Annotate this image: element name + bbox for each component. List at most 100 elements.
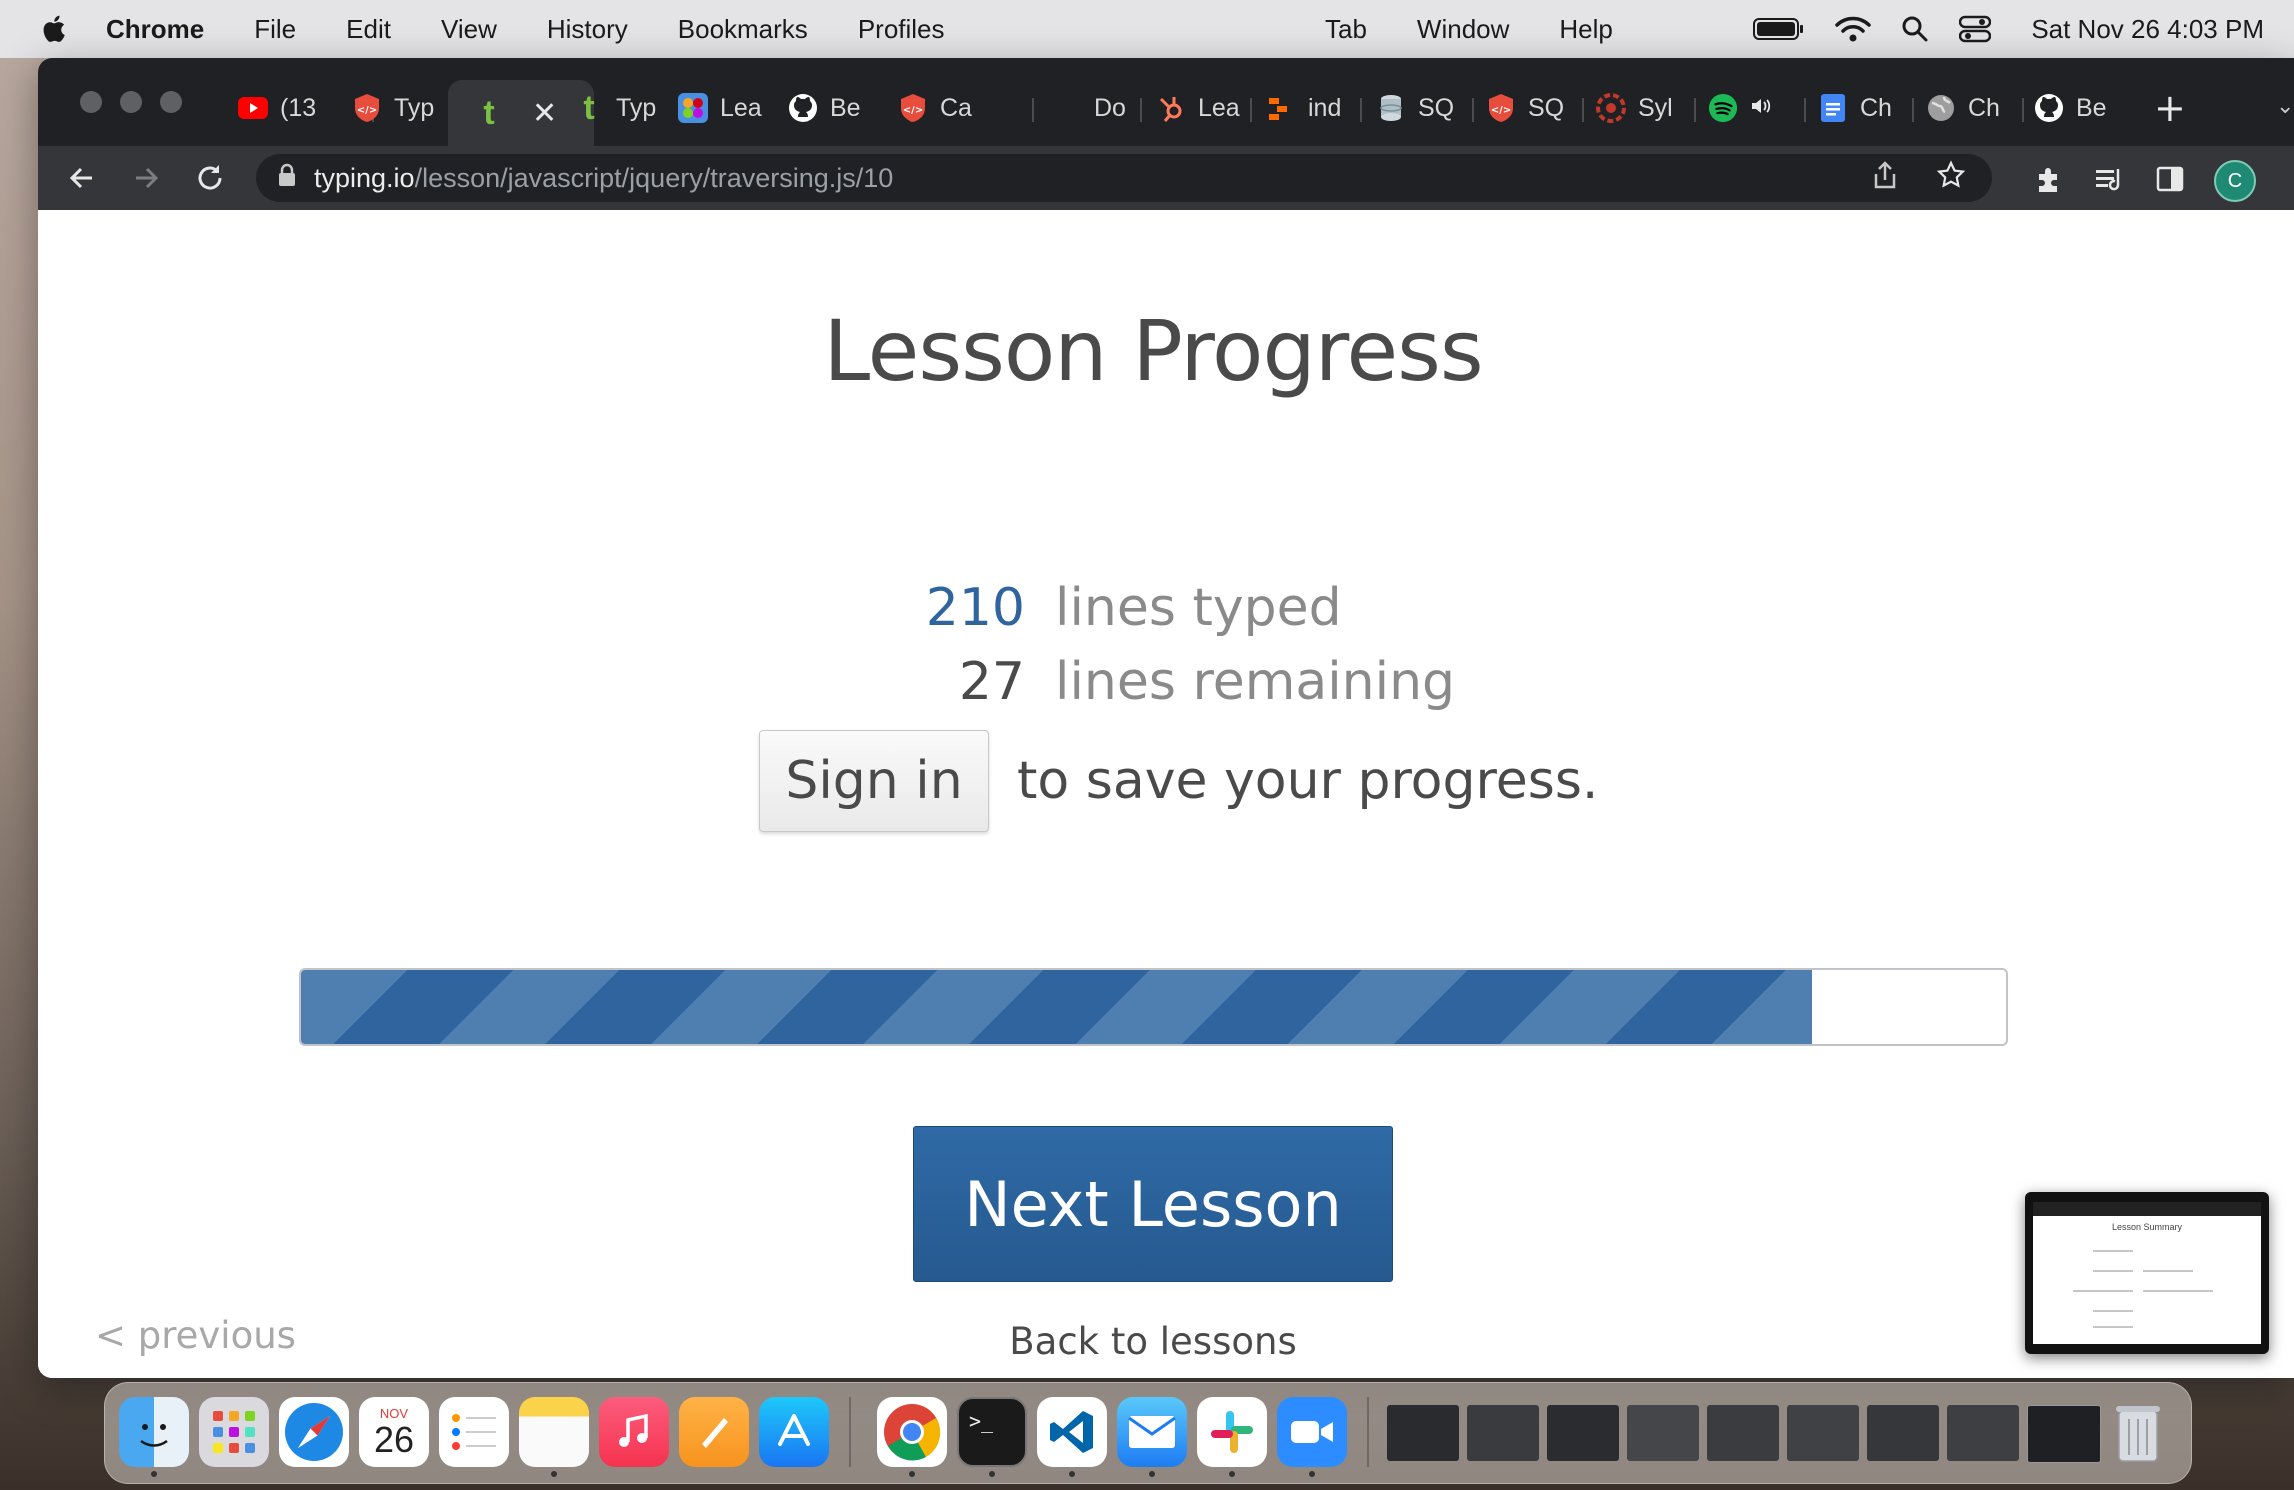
minimized-window-terminal[interactable] <box>2027 1405 2101 1463</box>
wifi-icon[interactable] <box>1835 15 1872 43</box>
tab-learn[interactable]: Lea <box>678 80 788 136</box>
chrome-icon[interactable] <box>877 1397 947 1467</box>
tab-github[interactable]: Be <box>788 80 900 136</box>
tab-github-2[interactable]: Be <box>2034 80 2134 136</box>
extensions-area: C ⋮ <box>2034 160 2294 202</box>
reload-icon[interactable] <box>192 160 228 196</box>
menu-edit[interactable]: Edit <box>346 14 391 45</box>
sign-in-button[interactable]: Sign in <box>759 730 989 832</box>
menubar-clock[interactable]: Sat Nov 26 4:03 PM <box>2031 14 2264 45</box>
tab-codecademy[interactable]: </> Ca <box>898 80 1008 136</box>
menu-app-name[interactable]: Chrome <box>106 14 204 45</box>
media-control-icon[interactable] <box>2094 165 2126 197</box>
blank-icon <box>1052 93 1082 123</box>
minimized-window-notes-2[interactable] <box>1947 1405 2019 1461</box>
notes-icon[interactable] <box>519 1397 589 1467</box>
tab-label: SQ <box>1528 93 1565 122</box>
screenshot-thumbnail[interactable]: Lesson Summary <box>2025 1192 2269 1354</box>
minimized-window-finder-2[interactable] <box>1707 1405 1779 1461</box>
github-icon <box>2034 93 2064 123</box>
menu-profiles[interactable]: Profiles <box>858 14 945 45</box>
tab-search-chevron-icon[interactable]: ⌄ <box>2276 94 2294 119</box>
music-icon[interactable] <box>599 1397 669 1467</box>
extensions-puzzle-icon[interactable] <box>2034 164 2064 198</box>
window-minimize-button[interactable] <box>120 91 142 113</box>
lines-remaining-stat: 27 lines remaining <box>705 652 1455 712</box>
apple-icon[interactable] <box>38 12 72 46</box>
tab-syllabus[interactable]: Syl <box>1596 80 1700 136</box>
codecademy-shield-icon: </> <box>1486 93 1516 123</box>
minimized-window-finder-1[interactable] <box>1627 1405 1699 1461</box>
battery-icon[interactable] <box>1753 16 1805 42</box>
tab-hubspot[interactable]: Lea <box>1156 80 1256 136</box>
address-bar[interactable]: typing.io/lesson/javascript/jquery/trave… <box>256 154 1992 202</box>
app-store-icon[interactable] <box>759 1397 829 1467</box>
indeed-chart-icon <box>1266 93 1296 123</box>
menu-view[interactable]: View <box>441 14 497 45</box>
menu-bookmarks[interactable]: Bookmarks <box>678 14 808 45</box>
menu-tab[interactable]: Tab <box>1325 14 1367 45</box>
tab-label: SQ <box>1418 93 1455 122</box>
typing-io-icon: t <box>483 93 495 132</box>
safari-icon[interactable] <box>279 1397 349 1467</box>
tab-close-icon[interactable]: ✕ <box>532 96 557 131</box>
tab-google-doc[interactable]: Ch <box>1818 80 1918 136</box>
vscode-icon[interactable] <box>1037 1397 1107 1467</box>
speaker-icon[interactable] <box>1750 94 1772 123</box>
minimized-window-vscode[interactable] <box>1387 1405 1459 1461</box>
tab-youtube[interactable]: (13 <box>238 80 366 136</box>
calendar-icon[interactable]: NOV 26 <box>359 1397 429 1467</box>
share-icon[interactable] <box>1872 160 1898 197</box>
tab-typing-io[interactable]: t Typ <box>574 80 694 136</box>
minimized-window-finder-3[interactable] <box>1787 1405 1859 1461</box>
tab-codecademy-sql[interactable]: </> SQ <box>1486 80 1588 136</box>
chrome-menu-kebab-icon[interactable]: ⋮ <box>2284 166 2294 196</box>
tab-sql-db[interactable]: SQ <box>1376 80 1478 136</box>
lesson-progress-page: Lesson Progress 210 lines typed 27 lines… <box>38 210 2294 1378</box>
menu-file[interactable]: File <box>254 14 296 45</box>
back-to-lessons-link-text[interactable]: Back to lessons <box>1009 1320 1296 1363</box>
calendar-day: 26 <box>373 1418 415 1460</box>
new-tab-plus-icon[interactable]: + <box>2154 86 2186 130</box>
trash-icon[interactable] <box>2103 1397 2173 1467</box>
spotify-icon <box>1708 93 1738 123</box>
next-lesson-button[interactable]: Next Lesson <box>913 1126 1393 1282</box>
zoom-icon[interactable] <box>1277 1397 1347 1467</box>
tab-label: Lea <box>1198 93 1240 122</box>
bookmark-star-icon[interactable] <box>1936 160 1966 197</box>
terminal-icon[interactable]: >_ <box>957 1397 1027 1467</box>
thumbnail-title: Lesson Summary <box>2111 1222 2183 1232</box>
finder-icon[interactable] <box>119 1397 189 1467</box>
launchpad-icon[interactable] <box>199 1397 269 1467</box>
tab-spotify[interactable] <box>1708 80 1808 136</box>
minimized-window-chrome[interactable] <box>1547 1405 1619 1461</box>
forward-arrow-icon[interactable] <box>128 160 164 196</box>
profile-avatar[interactable]: C <box>2214 160 2256 202</box>
side-panel-icon[interactable] <box>2156 165 2184 197</box>
youtube-icon <box>238 93 268 123</box>
tab-docs-blank[interactable]: Do <box>1052 80 1152 136</box>
menu-history[interactable]: History <box>547 14 628 45</box>
reminders-icon[interactable] <box>439 1397 509 1467</box>
previous-lesson-link[interactable]: < previous <box>95 1314 296 1357</box>
colorful-app-icon <box>678 93 708 123</box>
tab-indeed[interactable]: ind <box>1266 80 1370 136</box>
minimized-window-finder-4[interactable] <box>1867 1405 1939 1461</box>
tab-label: Typ <box>616 93 657 122</box>
window-close-button[interactable] <box>80 91 102 113</box>
back-arrow-icon[interactable] <box>64 160 100 196</box>
pages-icon[interactable] <box>679 1397 749 1467</box>
mail-icon[interactable] <box>1117 1397 1187 1467</box>
menu-help[interactable]: Help <box>1559 14 1612 45</box>
menu-window[interactable]: Window <box>1417 14 1509 45</box>
tab-typing-io-active[interactable]: t ✕ <box>448 80 594 146</box>
window-zoom-button[interactable] <box>160 91 182 113</box>
tab-globe[interactable]: Ch <box>1926 80 2026 136</box>
slack-icon[interactable] <box>1197 1397 1267 1467</box>
lesson-progress-bar <box>299 968 2008 1046</box>
minimized-window-notes[interactable] <box>1467 1405 1539 1461</box>
lock-icon[interactable] <box>278 163 296 194</box>
control-center-icon[interactable] <box>1959 15 1992 43</box>
spotlight-search-icon[interactable] <box>1901 15 1929 43</box>
database-icon <box>1376 93 1406 123</box>
